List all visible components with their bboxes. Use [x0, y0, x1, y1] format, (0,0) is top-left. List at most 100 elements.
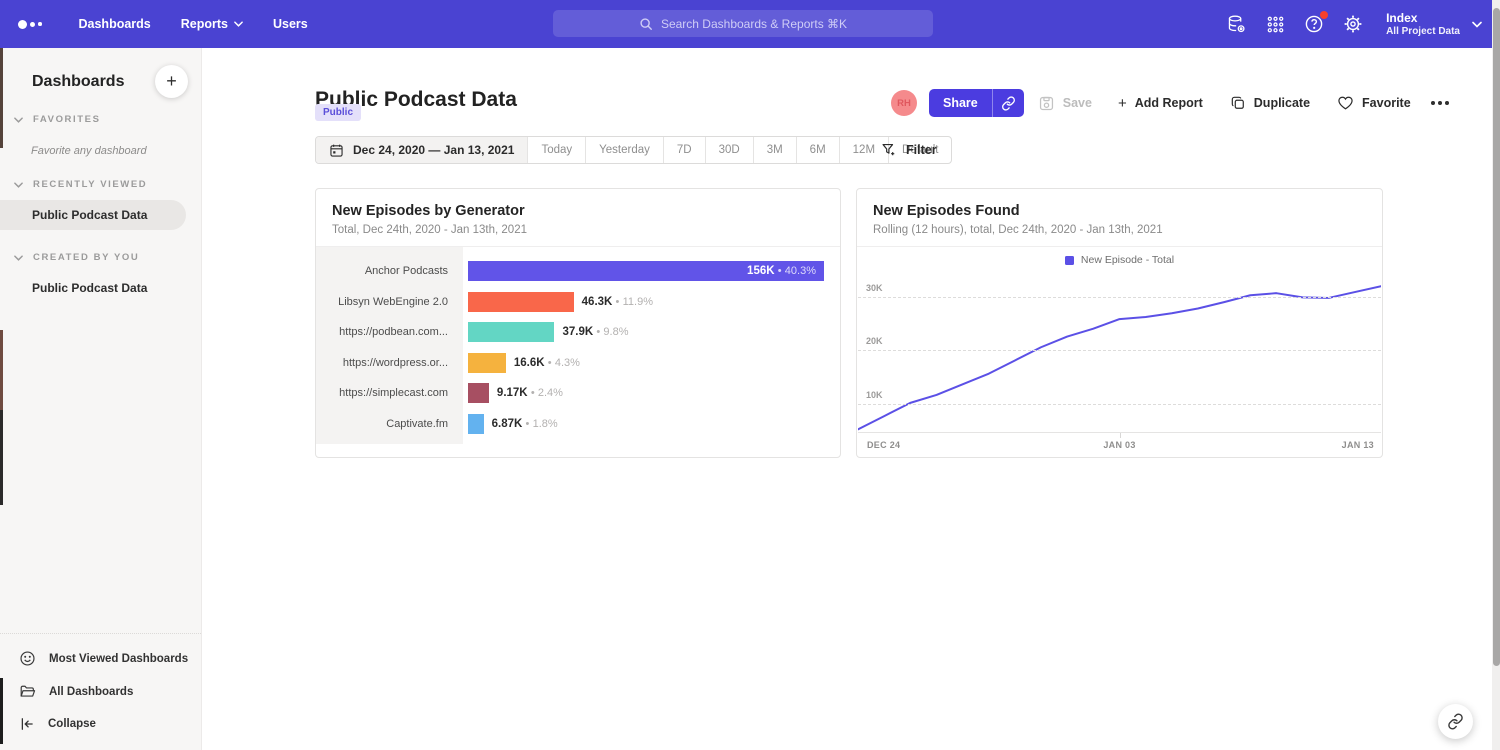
data-sources-icon[interactable]: [1226, 14, 1246, 34]
apps-grid-icon[interactable]: [1265, 14, 1285, 34]
nav-item-users[interactable]: Users: [258, 17, 323, 31]
date-preset-30d[interactable]: 30D: [705, 137, 753, 163]
bar: [468, 322, 554, 342]
legend-swatch: [1065, 256, 1074, 265]
screen-edge-artifact: [0, 678, 3, 744]
x-tick-label: DEC 24: [867, 440, 900, 450]
chevron-down-icon: [1472, 21, 1482, 28]
filter-button[interactable]: Filter: [875, 136, 943, 164]
project-picker[interactable]: Index All Project Data: [1386, 11, 1482, 37]
sidebar: Dashboards + FAVORITESFavorite any dashb…: [0, 48, 202, 750]
search-input[interactable]: Search Dashboards & Reports ⌘K: [553, 10, 933, 37]
chevron-down-icon: [14, 182, 23, 188]
bar: [468, 383, 489, 403]
nav-item-label: Dashboards: [79, 17, 151, 31]
scrollbar-track[interactable]: [1492, 0, 1500, 750]
sidebar-footer-label: All Dashboards: [49, 686, 133, 698]
search-icon: [639, 17, 653, 31]
x-tick: [1120, 433, 1121, 438]
line-chart-card: New Episodes Found Rolling (12 hours), t…: [856, 188, 1383, 458]
bar-chart: Anchor Podcasts156K • 40.3%Libsyn WebEng…: [316, 247, 840, 456]
add-dashboard-button[interactable]: +: [155, 65, 188, 98]
bar-row: Libsyn WebEngine 2.046.3K • 11.9%: [316, 287, 824, 318]
bar-rows: Anchor Podcasts156K • 40.3%Libsyn WebEng…: [316, 256, 824, 439]
sidebar-section-header[interactable]: FAVORITES: [14, 114, 201, 125]
add-report-label: Add Report: [1135, 96, 1203, 110]
plus-icon: +: [1118, 95, 1127, 112]
avatar[interactable]: RH: [891, 90, 917, 116]
visibility-badge: Public: [315, 104, 361, 121]
card-title: New Episodes by Generator: [332, 203, 824, 219]
bar-category-label: https://simplecast.com: [316, 387, 463, 399]
sidebar-section-header[interactable]: CREATED BY YOU: [14, 252, 201, 263]
bar: 156K • 40.3%: [468, 261, 824, 281]
y-tick-label: 30K: [866, 283, 883, 293]
bar-track: 37.9K • 9.8%: [468, 322, 824, 342]
sidebar-section-label: FAVORITES: [33, 114, 101, 125]
chevron-down-icon: [234, 21, 243, 27]
bar-category-label: https://wordpress.or...: [316, 357, 463, 369]
share-button-label[interactable]: Share: [929, 89, 992, 117]
save-label: Save: [1063, 96, 1092, 110]
duplicate-button[interactable]: Duplicate: [1230, 95, 1310, 111]
date-preset-6m[interactable]: 6M: [796, 137, 839, 163]
help-icon[interactable]: [1304, 14, 1324, 34]
sidebar-item[interactable]: Public Podcast Data: [0, 200, 186, 230]
bar-row: https://simplecast.com 9.17K • 2.4%: [316, 378, 824, 409]
x-tick-label: JAN 13: [1342, 440, 1374, 450]
nav-item-label: Reports: [181, 17, 228, 31]
scrollbar-thumb[interactable]: [1493, 8, 1500, 666]
bar-value: 37.9K • 9.8%: [562, 326, 628, 338]
save-icon: [1038, 95, 1055, 112]
nav-item-reports[interactable]: Reports: [166, 17, 258, 31]
date-range-control: Dec 24, 2020 — Jan 13, 2021 TodayYesterd…: [315, 136, 952, 164]
app-logo[interactable]: [18, 20, 42, 29]
settings-gear-icon[interactable]: [1343, 14, 1363, 34]
share-link-icon[interactable]: [992, 89, 1024, 117]
chevron-down-icon: [14, 117, 23, 123]
gridline: [858, 350, 1381, 351]
folder-icon: [19, 683, 36, 700]
sidebar-item[interactable]: Public Podcast Data: [0, 273, 201, 303]
bar-category-label: https://podbean.com...: [316, 326, 463, 338]
date-range-picker[interactable]: Dec 24, 2020 — Jan 13, 2021: [316, 137, 527, 163]
bar-value: 9.17K • 2.4%: [497, 387, 563, 399]
date-preset-3m[interactable]: 3M: [753, 137, 796, 163]
save-button[interactable]: Save: [1038, 95, 1092, 112]
screen-edge-artifact: [0, 48, 3, 148]
nav-item-dashboards[interactable]: Dashboards: [64, 17, 166, 31]
sidebar-footer-item[interactable]: Most Viewed Dashboards: [0, 642, 201, 675]
favorite-button[interactable]: Favorite: [1337, 95, 1411, 111]
date-preset-yesterday[interactable]: Yesterday: [585, 137, 663, 163]
y-tick-label: 20K: [866, 336, 883, 346]
project-name: Index: [1386, 11, 1460, 26]
navbar-right: Index All Project Data: [1226, 0, 1482, 48]
bar-value: 16.6K • 4.3%: [514, 357, 580, 369]
date-preset-7d[interactable]: 7D: [663, 137, 705, 163]
add-report-button[interactable]: + Add Report: [1118, 95, 1203, 112]
x-axis-labels: DEC 24JAN 03JAN 13: [857, 433, 1382, 457]
sidebar-section-header[interactable]: RECENTLY VIEWED: [14, 179, 201, 190]
more-options-button[interactable]: [1427, 97, 1453, 109]
share-button[interactable]: Share: [929, 89, 1024, 117]
bar-value: 6.87K • 1.8%: [492, 418, 558, 430]
sidebar-footer-item[interactable]: All Dashboards: [0, 675, 201, 708]
sidebar-empty-hint: Favorite any dashboard: [31, 145, 201, 157]
copy-link-fab[interactable]: [1438, 704, 1473, 739]
screen-edge-artifact: [0, 330, 3, 410]
bar-row: Anchor Podcasts156K • 40.3%: [316, 256, 824, 287]
collapse-icon: [19, 716, 35, 732]
sidebar-section-label: RECENTLY VIEWED: [33, 179, 147, 190]
date-preset-today[interactable]: Today: [527, 137, 585, 163]
bar-category-label: Captivate.fm: [316, 418, 463, 430]
bar-track: 156K • 40.3%: [468, 261, 824, 281]
line-series: [858, 286, 1381, 429]
sidebar-footer-item[interactable]: Collapse: [0, 708, 201, 740]
nav-items: Dashboards Reports Users: [64, 17, 323, 31]
line-plot: 10K20K30K: [858, 273, 1381, 433]
calendar-icon: [329, 143, 344, 158]
chevron-down-icon: [14, 255, 23, 261]
help-notification-badge: [1320, 11, 1328, 19]
bar: [468, 353, 506, 373]
bar: [468, 292, 574, 312]
